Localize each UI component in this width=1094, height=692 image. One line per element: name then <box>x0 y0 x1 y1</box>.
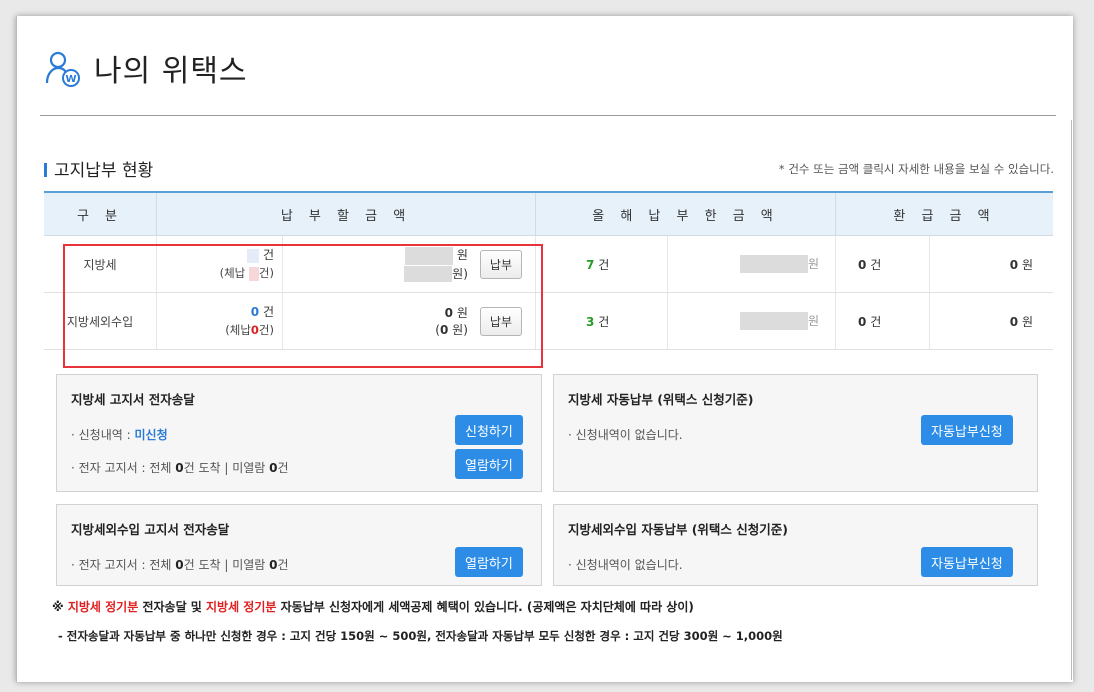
paid-count-cell[interactable]: 7 건 <box>535 235 668 293</box>
section-note: * 건수 또는 금액 클릭시 자세한 내용을 보실 수 있습니다. <box>778 162 1054 176</box>
notice-benefit: ※ 지방세 정기분 전자송달 및 지방세 정기분 자동납부 신청자에게 세액공제… <box>52 600 694 614</box>
box-title: 지방세외수입 자동납부 (위택스 신청기준) <box>568 522 788 537</box>
autopay-box: 지방세 자동납부 (위택스 신청기준) · 신청내역이 없습니다. 자동납부신청 <box>553 374 1038 492</box>
nontax-autopay-box: 지방세외수입 자동납부 (위택스 신청기준) · 신청내역이 없습니다. 자동납… <box>553 504 1038 586</box>
section-header: 고지납부 현황 * 건수 또는 금액 클릭시 자세한 내용을 보실 수 있습니다… <box>44 148 1054 188</box>
box-line: · 전자 고지서 : 전체 0건 도착 | 미열람 0건 <box>71 461 289 475</box>
box-title: 지방세외수입 고지서 전자송달 <box>71 522 230 537</box>
page-header: W 나의 위택스 <box>44 38 248 98</box>
table-header-row: 구 분 납 부 할 금 액 올 해 납 부 한 금 액 환 급 금 액 <box>44 192 1053 236</box>
box-line: · 신청내역이 없습니다. <box>568 558 683 572</box>
paid-amount-cell[interactable]: 원 <box>667 292 836 350</box>
page-title: 나의 위택스 <box>94 54 248 89</box>
header-paid: 올 해 납 부 한 금 액 <box>535 192 836 236</box>
header-category: 구 분 <box>44 192 157 236</box>
view-button[interactable]: 열람하기 <box>455 547 523 577</box>
nontax-ebill-box: 지방세외수입 고지서 전자송달 · 전자 고지서 : 전체 0건 도착 | 미열… <box>56 504 542 586</box>
apply-button[interactable]: 신청하기 <box>455 415 523 445</box>
svg-text:W: W <box>65 74 76 85</box>
header-refund: 환 급 금 액 <box>835 192 1053 236</box>
right-divider <box>1071 120 1072 680</box>
title-divider <box>40 115 1056 116</box>
paid-amount-cell[interactable]: 원 <box>667 235 836 293</box>
ebill-box: 지방세 고지서 전자송달 · 신청내역 : 미신청 · 전자 고지서 : 전체 … <box>56 374 542 492</box>
application-status[interactable]: 미신청 <box>134 428 167 442</box>
refund-amount-cell[interactable]: 0 원 <box>929 235 1053 293</box>
autopay-apply-button[interactable]: 자동납부신청 <box>921 415 1013 445</box>
box-line: · 전자 고지서 : 전체 0건 도착 | 미열람 0건 <box>71 558 289 572</box>
paid-count-cell[interactable]: 3 건 <box>535 292 668 350</box>
user-w-icon: W <box>45 51 80 87</box>
refund-count-cell[interactable]: 0 건 <box>835 235 930 293</box>
notice-detail: - 전자송달과 자동납부 중 하나만 신청한 경우 : 고지 건당 150원 ~… <box>58 629 783 643</box>
highlight-annotation <box>63 244 543 368</box>
header-due: 납 부 할 금 액 <box>156 192 536 236</box>
blurred-value <box>739 255 808 274</box>
view-button[interactable]: 열람하기 <box>455 449 523 479</box>
autopay-apply-button[interactable]: 자동납부신청 <box>921 547 1013 577</box>
blurred-value <box>739 312 808 331</box>
box-line: · 신청내역이 없습니다. <box>568 428 683 442</box>
refund-count-cell[interactable]: 0 건 <box>835 292 930 350</box>
box-title: 지방세 고지서 전자송달 <box>71 392 195 407</box>
section-bar <box>44 163 47 177</box>
section-title: 고지납부 현황 <box>54 161 154 181</box>
box-line: · 신청내역 : 미신청 <box>71 428 168 442</box>
refund-amount-cell[interactable]: 0 원 <box>929 292 1053 350</box>
box-title: 지방세 자동납부 (위택스 신청기준) <box>568 392 754 407</box>
